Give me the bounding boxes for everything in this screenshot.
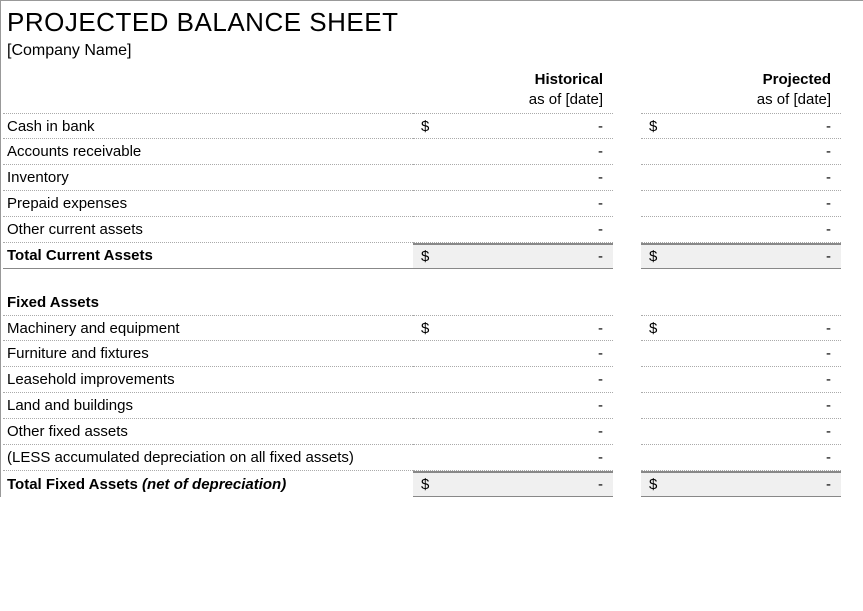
proj-total-cell: $- [641,471,841,497]
hist-cell[interactable]: - [413,341,613,367]
proj-cell[interactable]: - [641,341,841,367]
proj-cell[interactable]: - [641,191,841,217]
hist-cell[interactable]: - [413,445,613,471]
proj-total-cell: $- [641,243,841,269]
proj-cell[interactable]: - [641,393,841,419]
table-row: Cash in bank $- $- [3,113,863,139]
hist-cell[interactable]: - [413,217,613,243]
total-current-assets-row: Total Current Assets $- $- [3,243,863,269]
proj-cell[interactable]: - [641,217,841,243]
table-row: Inventory - - [3,165,863,191]
table-row: Other fixed assets - - [3,419,863,445]
total-fixed-assets-row: Total Fixed Assets (net of depreciation)… [3,471,863,497]
table-row: Leasehold improvements - - [3,367,863,393]
proj-cell[interactable]: $- [641,113,841,139]
hist-total-cell: $- [413,243,613,269]
hist-cell[interactable]: - [413,191,613,217]
fixed-assets-heading: Fixed Assets [3,289,413,315]
hist-cell[interactable]: - [413,419,613,445]
hist-cell[interactable]: - [413,165,613,191]
hist-cell[interactable]: $- [413,315,613,341]
hist-total-cell: $- [413,471,613,497]
hist-cell[interactable]: $- [413,113,613,139]
table-row: Machinery and equipment $- $- [3,315,863,341]
table-row: Other current assets - - [3,217,863,243]
proj-cell[interactable]: - [641,165,841,191]
hist-cell[interactable]: - [413,139,613,165]
column-header-projected: Projected as of [date] [641,70,841,109]
hist-cell[interactable]: - [413,367,613,393]
page-title: PROJECTED BALANCE SHEET [3,1,863,40]
table-row: Accounts receivable - - [3,139,863,165]
total-fixed-assets-label: Total Fixed Assets (net of depreciation) [7,476,286,493]
column-header-historical: Historical as of [date] [413,70,613,109]
proj-cell[interactable]: - [641,367,841,393]
hist-cell[interactable]: - [413,393,613,419]
proj-cell[interactable]: - [641,445,841,471]
table-row: Land and buildings - - [3,393,863,419]
proj-cell[interactable]: - [641,139,841,165]
proj-cell[interactable]: - [641,419,841,445]
company-name: [Company Name] [3,40,863,70]
table-row: Prepaid expenses - - [3,191,863,217]
table-row: (LESS accumulated depreciation on all fi… [3,445,863,471]
table-row: Furniture and fixtures - - [3,341,863,367]
proj-cell[interactable]: $- [641,315,841,341]
